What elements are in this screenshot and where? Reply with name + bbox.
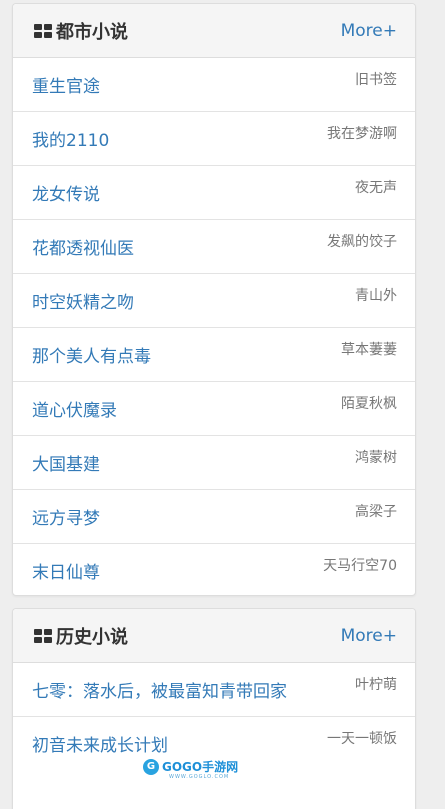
list-item: 那个美人有点毒 草本萋萋 — [13, 328, 415, 382]
book-author: 一天一顿饭 — [327, 730, 397, 747]
list-item: 道心伏魔录 陌夏秋枫 — [13, 382, 415, 436]
book-author: 夜无声 — [355, 179, 397, 196]
list-item: 我的2110 我在梦游啊 — [13, 112, 415, 166]
book-author: 旧书签 — [355, 71, 397, 88]
book-author: 鸿蒙树 — [355, 449, 397, 466]
book-author: 叶柠萌 — [355, 676, 397, 693]
panel-title: 都市小说 — [56, 21, 128, 43]
panel-title: 历史小说 — [56, 626, 128, 648]
more-link[interactable]: More+ — [341, 626, 397, 646]
list-item: 重生官途 旧书签 — [13, 58, 415, 112]
book-author: 草本萋萋 — [341, 341, 397, 358]
book-author: 发飙的饺子 — [327, 233, 397, 250]
grid-icon — [34, 23, 52, 38]
urban-novels-panel: 都市小说 More+ 重生官途 旧书签 我的2110 我在梦游啊 龙女传说 夜无… — [12, 3, 416, 596]
book-author: 我在梦游啊 — [327, 125, 397, 142]
book-title-link[interactable]: 大国基建 — [32, 450, 100, 475]
gogo-watermark-logo: G GOGO手游网 WWW.GOGLO.COM — [143, 758, 239, 780]
list-item: 远方寻梦 高梁子 — [13, 490, 415, 544]
book-title-link[interactable]: 重生官途 — [32, 72, 100, 97]
book-list: 七零：落水后，被最富知青带回家 叶柠萌 初音未来成长计划 一天一顿饭 — [13, 663, 415, 770]
list-item: 末日仙尊 天马行空70 — [13, 544, 415, 597]
book-title-link[interactable]: 七零：落水后，被最富知青带回家 — [32, 677, 287, 702]
list-item: 大国基建 鸿蒙树 — [13, 436, 415, 490]
list-item: 七零：落水后，被最富知青带回家 叶柠萌 — [13, 663, 415, 717]
book-title-link[interactable]: 那个美人有点毒 — [32, 342, 151, 367]
book-title-link[interactable]: 远方寻梦 — [32, 504, 100, 529]
book-title-link[interactable]: 我的2110 — [32, 126, 109, 151]
heading-title-group: 都市小说 — [34, 18, 128, 44]
watermark-text: GOGO手游网 — [162, 760, 239, 774]
list-item: 时空妖精之吻 青山外 — [13, 274, 415, 328]
book-author: 青山外 — [355, 287, 397, 304]
book-title-link[interactable]: 花都透视仙医 — [32, 234, 134, 259]
book-title-link[interactable]: 时空妖精之吻 — [32, 288, 134, 313]
list-item: 龙女传说 夜无声 — [13, 166, 415, 220]
book-title-link[interactable]: 龙女传说 — [32, 180, 100, 205]
book-author: 陌夏秋枫 — [341, 395, 397, 412]
watermark-subtext: WWW.GOGLO.COM — [169, 774, 230, 780]
book-author: 高梁子 — [355, 503, 397, 520]
book-list: 重生官途 旧书签 我的2110 我在梦游啊 龙女传说 夜无声 花都透视仙医 发飙… — [13, 58, 415, 597]
book-author: 天马行空70 — [323, 557, 397, 574]
more-link[interactable]: More+ — [341, 21, 397, 41]
heading-title-group: 历史小说 — [34, 623, 128, 649]
panel-heading: 历史小说 More+ — [13, 609, 415, 663]
book-title-link[interactable]: 初音未来成长计划 — [32, 731, 168, 756]
panel-heading: 都市小说 More+ — [13, 4, 415, 58]
book-title-link[interactable]: 末日仙尊 — [32, 558, 100, 583]
gogo-logo-icon: G — [143, 758, 159, 775]
book-title-link[interactable]: 道心伏魔录 — [32, 396, 117, 421]
list-item: 花都透视仙医 发飙的饺子 — [13, 220, 415, 274]
grid-icon — [34, 628, 52, 643]
